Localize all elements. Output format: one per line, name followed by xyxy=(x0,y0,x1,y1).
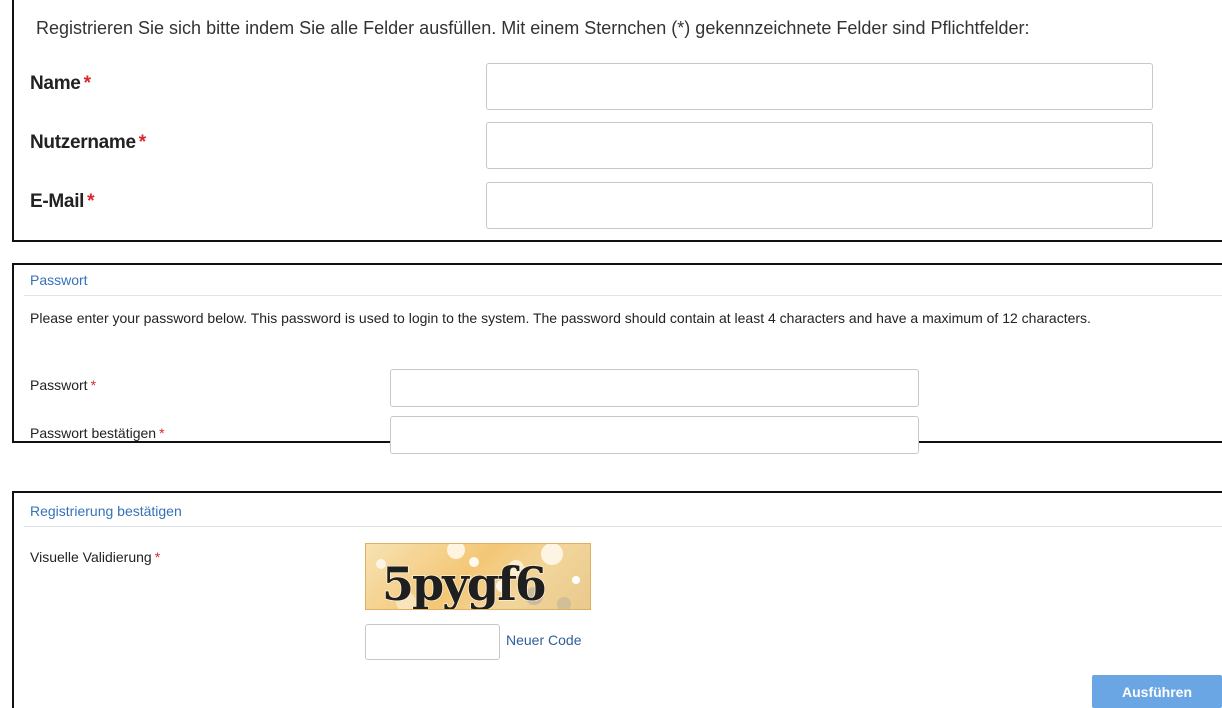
form-intro-text: Registrieren Sie sich bitte indem Sie al… xyxy=(36,18,1030,38)
password-section-title: Passwort xyxy=(30,272,88,288)
username-label: Nutzername * xyxy=(30,132,146,154)
password-confirm-label-text: Passwort bestätigen xyxy=(30,425,157,441)
name-input[interactable] xyxy=(486,63,1153,110)
required-marker: * xyxy=(83,73,91,94)
required-marker: * xyxy=(154,549,161,565)
captcha-text: 5pygf6 xyxy=(382,557,545,610)
email-label-text: E-Mail xyxy=(30,191,85,212)
captcha-code-input[interactable] xyxy=(365,624,500,660)
username-label-text: Nutzername xyxy=(30,132,136,153)
password-panel: Passwort Please enter your password belo… xyxy=(12,263,1222,454)
password-input[interactable] xyxy=(390,369,919,407)
password-description: Please enter your password below. This p… xyxy=(30,310,1091,326)
captcha-graphic: 5pygf6 xyxy=(376,544,580,610)
required-marker: * xyxy=(90,377,97,393)
email-input[interactable] xyxy=(486,182,1153,229)
email-label: E-Mail * xyxy=(30,191,95,213)
registration-panel: Registrieren Sie sich bitte indem Sie al… xyxy=(12,0,1222,242)
captcha-label: Visuelle Validierung * xyxy=(30,549,160,565)
required-marker: * xyxy=(87,191,95,212)
username-input[interactable] xyxy=(486,122,1153,169)
captcha-label-text: Visuelle Validierung xyxy=(30,549,152,565)
password-label: Passwort * xyxy=(30,377,96,393)
name-label: Name * xyxy=(30,73,91,95)
password-label-text: Passwort xyxy=(30,377,88,393)
confirm-section-title: Registrierung bestätigen xyxy=(30,503,182,519)
captcha-image: 5pygf6 xyxy=(365,543,591,610)
confirm-registration-panel: Registrierung bestätigen Visuelle Validi… xyxy=(12,491,1222,708)
section-divider xyxy=(24,295,1222,296)
name-label-text: Name xyxy=(30,73,81,94)
password-confirm-label: Passwort bestätigen * xyxy=(30,425,165,441)
section-divider xyxy=(24,526,1222,527)
submit-button[interactable]: Ausführen xyxy=(1092,675,1222,708)
required-marker: * xyxy=(138,132,146,153)
new-code-link[interactable]: Neuer Code xyxy=(506,632,582,648)
required-marker: * xyxy=(159,425,165,441)
password-confirm-input[interactable] xyxy=(390,416,919,454)
